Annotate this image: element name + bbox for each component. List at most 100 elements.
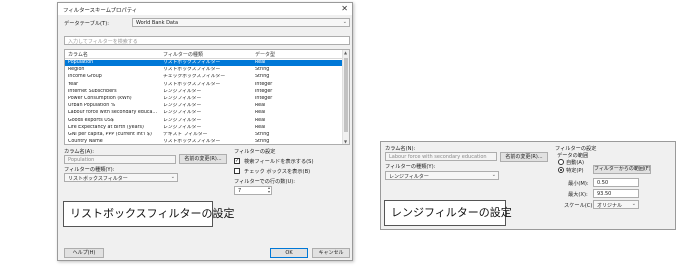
cell-filter-type: リストボックスフィルター: [163, 139, 221, 145]
cell-data-type: String: [255, 132, 270, 137]
chevron-down-icon: ⌄: [342, 19, 347, 25]
cell-data-type: Integer: [255, 96, 273, 101]
cell-data-type: String: [255, 74, 270, 80]
cell-filter-type: レンジフィルター: [163, 110, 202, 116]
cancel-button[interactable]: キャンセル: [312, 248, 350, 258]
chevron-down-icon: ⌄: [170, 174, 175, 180]
data-table-value: World Bank Data: [136, 20, 179, 26]
column-filter-table[interactable]: カラム名 フィルターの種類 データ型 Population リストボックスフィルタ…: [64, 49, 350, 145]
auto-radio-label: 自動(A): [566, 160, 584, 166]
cell-filter-type: テキスト フィルター: [163, 132, 208, 137]
ok-button[interactable]: OK: [270, 248, 308, 258]
scale-select[interactable]: オリジナル ⌄: [593, 200, 639, 209]
cell-filter-type: レンジフィルター: [163, 117, 202, 123]
scroll-down-icon[interactable]: ▼: [344, 139, 347, 144]
spinner-arrows-icon[interactable]: ▴ ▾: [268, 187, 270, 194]
rows-count-label: フィルターでの行の数(U):: [234, 179, 296, 185]
rows-count-spinner[interactable]: 7 ▴ ▾: [234, 186, 272, 195]
cell-filter-type: リストボックスフィルター: [163, 81, 221, 87]
range-rename-button[interactable]: 名前の変更(R)...: [500, 152, 548, 162]
cell-filter-type: レンジフィルター: [163, 88, 202, 94]
cell-data-type: String: [255, 67, 270, 73]
table-row[interactable]: Goods exports US$ レンジフィルター Real: [65, 118, 343, 124]
cell-data-type: Integer: [255, 88, 273, 94]
filter-type-label: フィルターの種類(Y):: [64, 167, 115, 173]
filter-search-input[interactable]: 入力してフィルターを検索する: [64, 36, 350, 45]
range-from-filter-button[interactable]: フィルターからの範囲(F): [593, 165, 651, 174]
table-row[interactable]: Urban Population % レンジフィルター Real: [65, 103, 343, 109]
scrollbar-thumb[interactable]: [344, 58, 348, 132]
cell-data-type: Integer: [255, 81, 273, 87]
cell-filter-type: リストボックスフィルター: [163, 67, 221, 73]
range-filter-type-value: レンジフィルター: [389, 174, 429, 180]
scale-label: スケール(C):: [564, 203, 595, 209]
cell-column-name: Goods exports US$: [68, 117, 114, 123]
cell-column-name: GNI per capita, PPP (current int'l $): [68, 132, 152, 137]
scroll-up-icon[interactable]: ▲: [344, 50, 347, 55]
min-input[interactable]: 0.50: [593, 178, 639, 187]
scale-value: オリジナル: [597, 203, 623, 209]
cell-filter-type: リストボックスフィルター: [163, 60, 221, 65]
cell-column-name: Power Consumption (kWh): [68, 96, 132, 101]
cell-column-name: Year: [68, 81, 79, 87]
cell-column-name: Population: [68, 60, 94, 65]
range-caption: レンジフィルターの設定: [384, 200, 512, 226]
dialog-title: フィルタースキームプロパティ: [63, 8, 138, 14]
cell-data-type: Real: [255, 60, 266, 65]
cell-data-type: Real: [255, 103, 266, 109]
show-checkbox-label: チェック ボックスを表示(B): [244, 169, 311, 175]
filter-type-value: リストボックスフィルター: [68, 176, 128, 182]
chevron-down-icon: ⌄: [631, 201, 636, 207]
range-filter-panel: カラム名(N): Labour force with secondary edu…: [380, 141, 676, 230]
table-row[interactable]: Life Expectancy at Birth (years) レンジフィルター…: [65, 125, 343, 131]
cell-filter-type: レンジフィルター: [163, 103, 202, 109]
table-row[interactable]: Internet Subscribers レンジフィルター Integer: [65, 89, 343, 95]
table-row[interactable]: GNI per capita, PPP (current int'l $) テキス…: [65, 132, 343, 138]
vertical-scrollbar[interactable]: ▲ ▼: [342, 50, 349, 144]
specific-radio-label: 特定(P): [566, 168, 584, 174]
rows-count-value: 7: [238, 188, 242, 194]
cell-column-name: Urban Population %: [68, 103, 116, 109]
table-row[interactable]: Population リストボックスフィルター Real: [65, 60, 343, 66]
column-header-filter-type[interactable]: フィルターの種類: [163, 51, 203, 58]
table-row[interactable]: Year リストボックスフィルター Integer: [65, 82, 343, 88]
min-label: 最小(M):: [568, 181, 589, 187]
auto-radio[interactable]: [558, 159, 564, 165]
range-filter-type-label: フィルターの種類(Y):: [385, 164, 436, 170]
cell-column-name: Region: [68, 67, 85, 73]
cell-filter-type: レンジフィルター: [163, 124, 202, 130]
max-input[interactable]: 93.50: [593, 189, 639, 198]
help-button[interactable]: ヘルプ(H): [64, 248, 104, 258]
listbox-caption: リストボックスフィルターの設定: [63, 201, 234, 227]
search-field-checkbox[interactable]: ✓: [234, 158, 240, 164]
filter-settings-label: フィルターの設定: [234, 149, 276, 155]
cell-data-type: String: [255, 139, 270, 145]
cell-data-type: Real: [255, 124, 266, 130]
rename-button[interactable]: 名前の変更(R)...: [179, 154, 227, 164]
title-bar: フィルタースキームプロパティ ✕: [58, 3, 352, 15]
table-row[interactable]: Power Consumption (kWh) レンジフィルター Integer: [65, 96, 343, 102]
cell-data-type: Real: [255, 110, 266, 116]
table-row[interactable]: Income Group チェックボックスフィルター String: [65, 74, 343, 80]
table-row[interactable]: Country Name リストボックスフィルター String: [65, 139, 343, 145]
data-table-select[interactable]: World Bank Data ⌄: [132, 18, 350, 27]
max-label: 最大(X):: [568, 192, 588, 198]
table-row[interactable]: Region リストボックスフィルター String: [65, 67, 343, 73]
filter-type-select[interactable]: リストボックスフィルター ⌄: [64, 173, 178, 182]
cell-data-type: Real: [255, 117, 266, 123]
close-icon[interactable]: ✕: [341, 4, 348, 14]
cell-column-name: Income Group: [68, 74, 102, 80]
table-row[interactable]: Labour force with secondary educa... レンジフ…: [65, 110, 343, 116]
range-column-name-label: カラム名(N):: [385, 146, 416, 152]
range-column-name-field[interactable]: Labour force with secondary education: [385, 152, 497, 161]
cell-column-name: Country Name: [68, 139, 103, 145]
specific-radio[interactable]: [558, 167, 564, 173]
show-checkbox-checkbox[interactable]: [234, 168, 240, 174]
range-filter-settings-label: フィルターの設定: [555, 146, 597, 152]
range-filter-type-select[interactable]: レンジフィルター ⌄: [385, 171, 499, 180]
column-header-data-type[interactable]: データ型: [255, 51, 275, 58]
cell-filter-type: レンジフィルター: [163, 96, 202, 101]
column-name-label: カラム名(A):: [64, 149, 94, 155]
column-header-name[interactable]: カラム名: [68, 51, 88, 58]
column-name-field[interactable]: Population: [64, 155, 176, 164]
